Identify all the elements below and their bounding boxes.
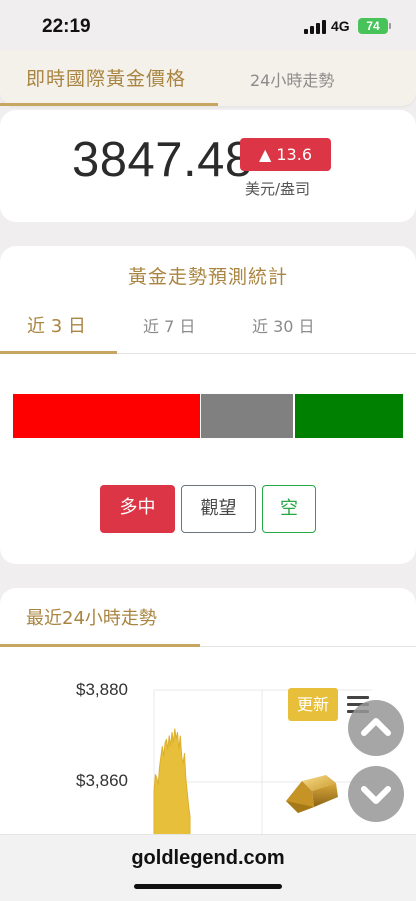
neutral-ratio-bar xyxy=(201,394,293,438)
y-tick-label: $3,880 xyxy=(76,680,128,699)
price-tabs: 即時國際黃金價格 24小時走勢 xyxy=(0,50,416,106)
tab-live-price[interactable]: 即時國際黃金價格 xyxy=(26,64,186,91)
bull-button[interactable]: 多中 xyxy=(100,485,175,533)
neutral-button[interactable]: 觀望 xyxy=(181,485,256,533)
bear-ratio-bar xyxy=(295,394,403,438)
cellular-signal-icon xyxy=(304,20,326,34)
gold-price: 3847.48 xyxy=(72,133,253,187)
status-bar: 22:19 4G 74 xyxy=(0,0,416,52)
tab-24h-trend[interactable]: 24小時走勢 xyxy=(250,67,334,91)
battery-level: 74 xyxy=(366,19,380,33)
price-unit: 美元/盎司 xyxy=(245,180,311,198)
chevron-down-icon xyxy=(361,786,391,804)
battery-icon: 74 xyxy=(358,18,388,34)
price-card: 3847.48 ▲ 13.6 美元/盎司 xyxy=(0,110,416,222)
active-forecast-tab-indicator xyxy=(0,351,117,354)
chevron-up-icon xyxy=(361,718,391,736)
price-change-badge: ▲ 13.6 xyxy=(240,138,331,171)
browser-url-bar: goldlegend.com xyxy=(0,834,416,901)
tab-3-days[interactable]: 近 3 日 xyxy=(27,312,86,338)
tab-30-days[interactable]: 近 30 日 xyxy=(252,313,315,337)
y-tick-label: $3,860 xyxy=(76,771,128,790)
scroll-up-button[interactable] xyxy=(348,700,404,756)
bull-ratio-bar xyxy=(13,394,200,438)
gold-bar-icon xyxy=(286,775,338,813)
bear-button[interactable]: 空 xyxy=(262,485,316,533)
site-url[interactable]: goldlegend.com xyxy=(0,847,416,870)
network-type: 4G xyxy=(331,18,350,34)
home-indicator[interactable] xyxy=(134,884,282,889)
price-area-series xyxy=(153,728,191,848)
status-time: 22:19 xyxy=(42,16,91,37)
active-tab-indicator xyxy=(0,103,218,106)
forecast-card: 黃金走勢預測統計 近 3 日 近 7 日 近 30 日 多中 觀望 空 xyxy=(0,246,416,564)
battery-nub xyxy=(389,23,391,29)
tab-7-days[interactable]: 近 7 日 xyxy=(143,313,195,337)
scroll-down-button[interactable] xyxy=(348,766,404,822)
update-button[interactable]: 更新 xyxy=(288,688,338,721)
forecast-title: 黃金走勢預測統計 xyxy=(127,266,288,288)
